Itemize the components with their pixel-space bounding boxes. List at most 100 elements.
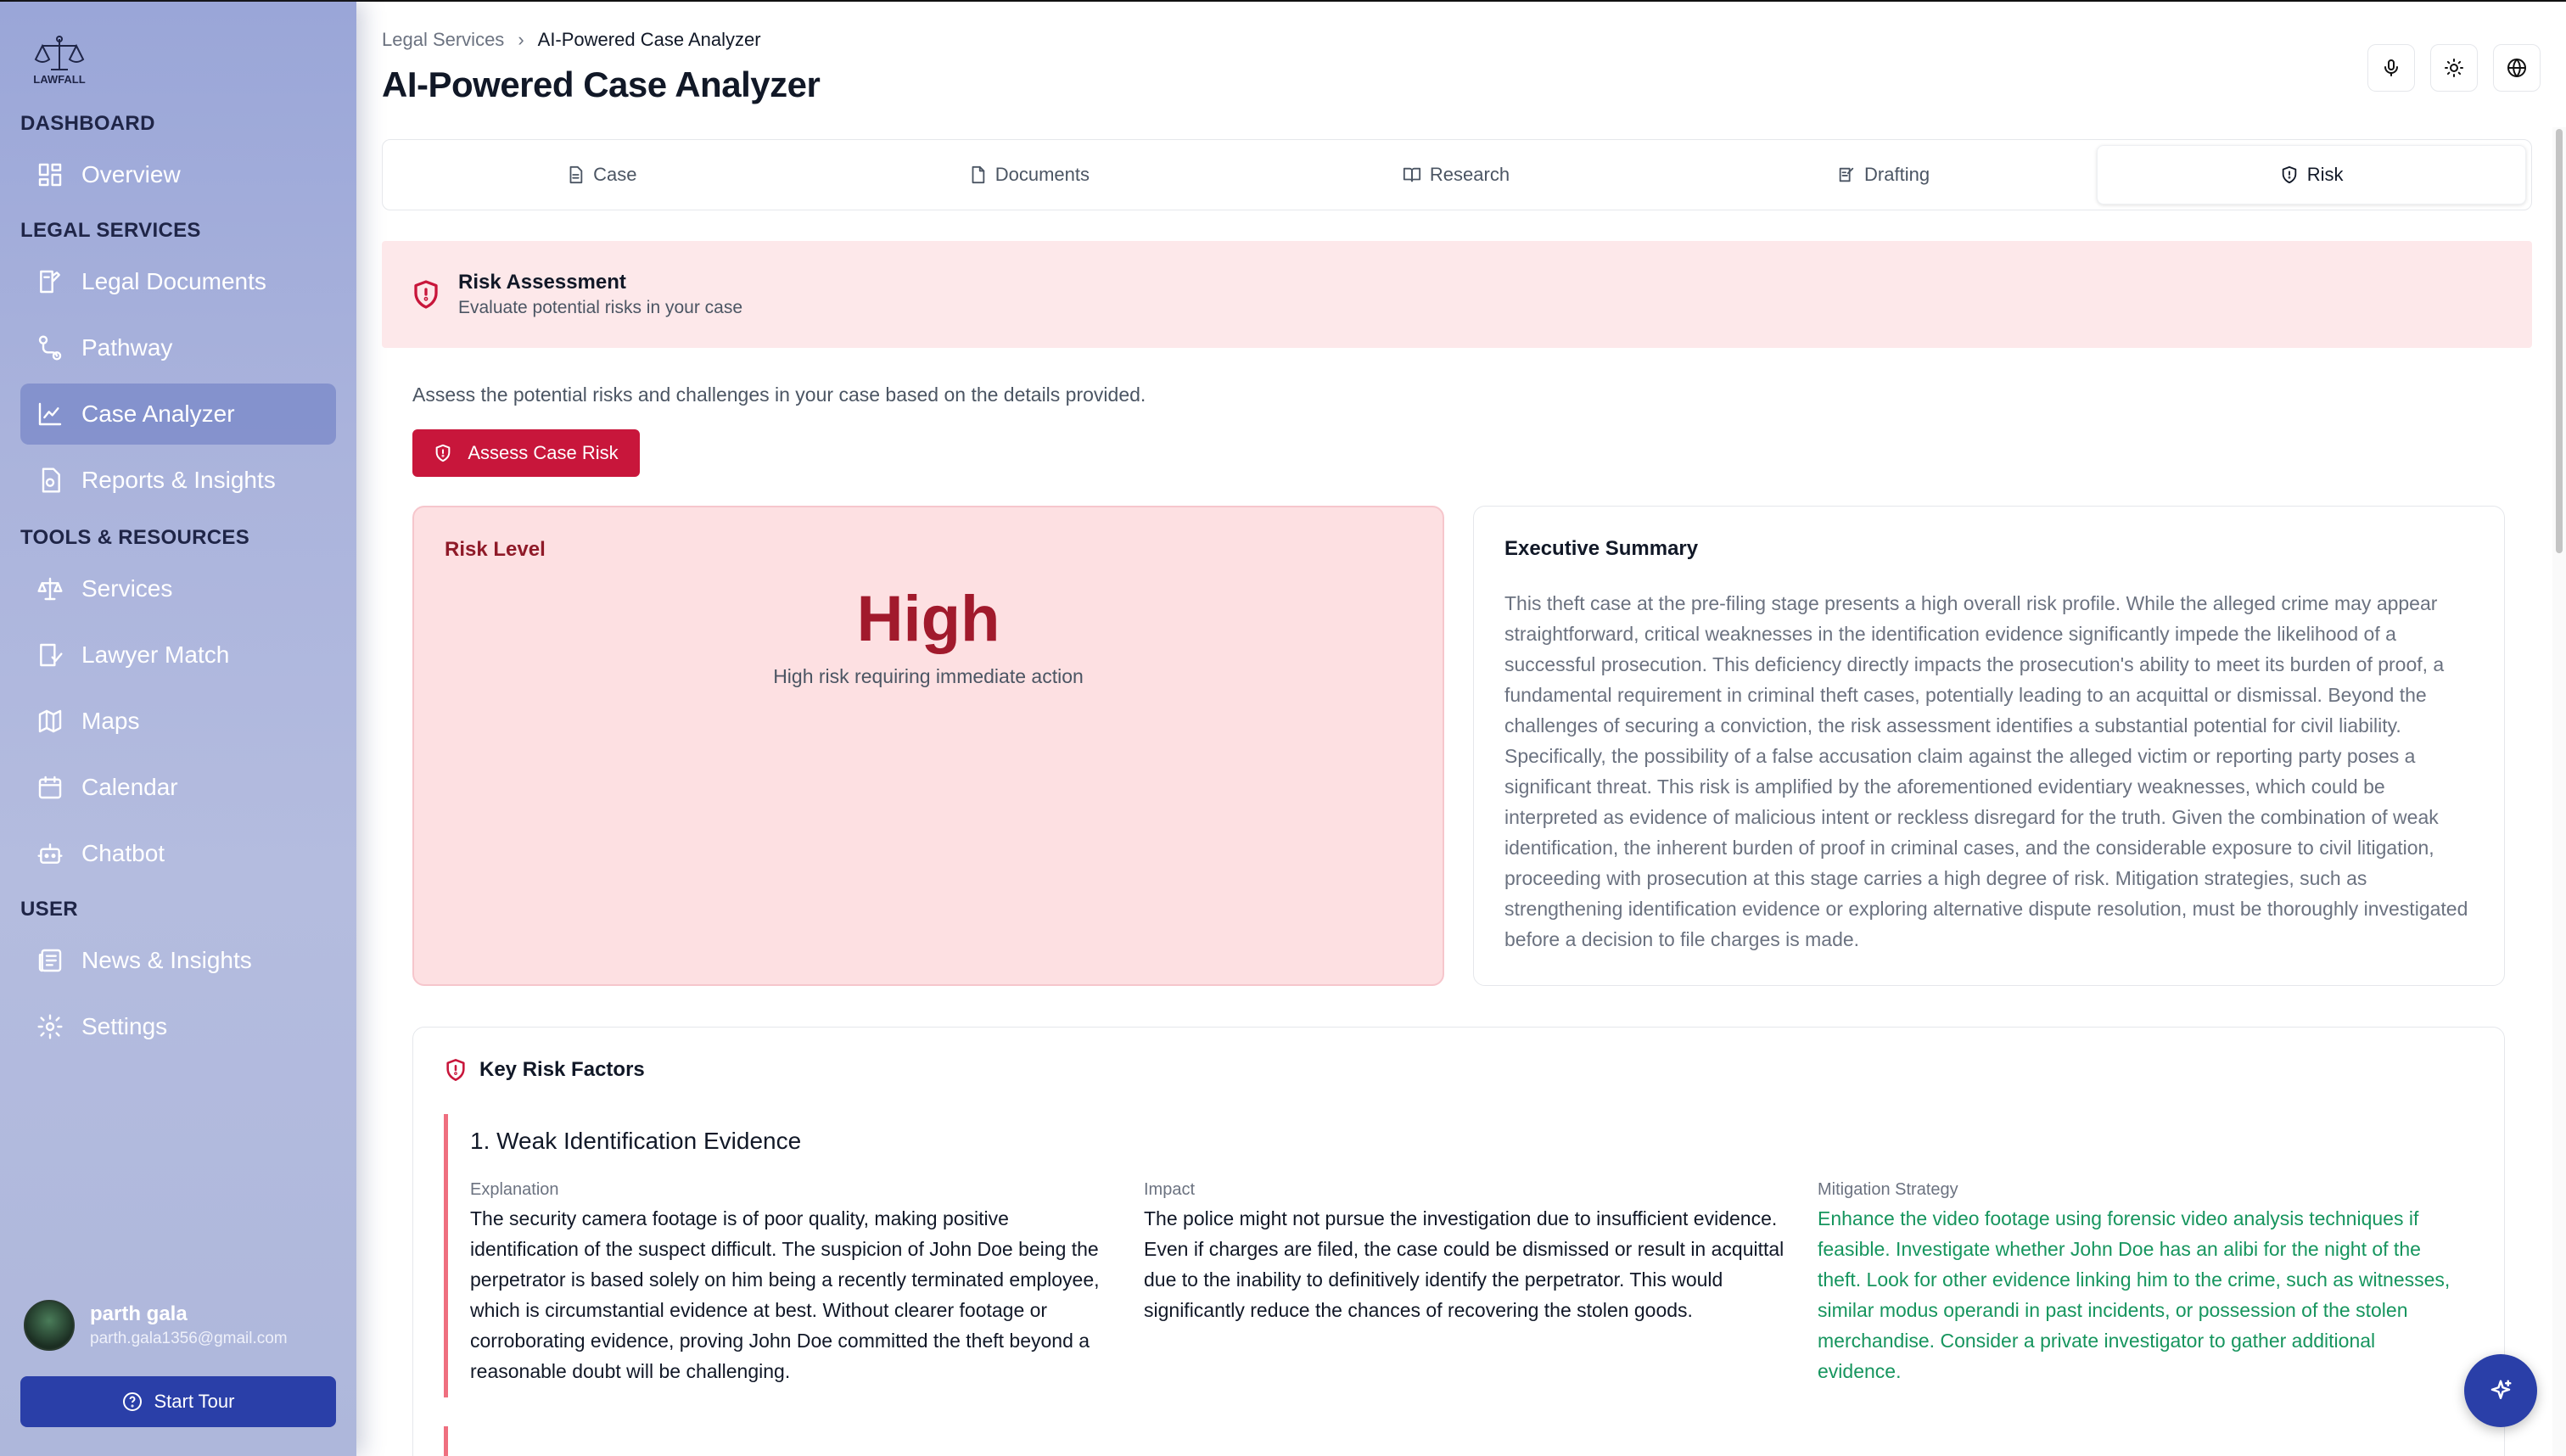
scrollbar-thumb[interactable] (2556, 129, 2563, 553)
shield-icon (2282, 165, 2297, 184)
chart-line-icon (36, 400, 64, 428)
app-logo[interactable]: LAWFALL (24, 32, 95, 87)
risk-assessment-banner: Risk Assessment Evaluate potential risks… (382, 241, 2532, 348)
help-circle-icon (122, 1392, 142, 1411)
sidebar-item-label: Overview (81, 161, 181, 188)
document-edit-icon (36, 267, 64, 296)
sidebar-item-label: Legal Documents (81, 268, 266, 294)
scales-logo-icon: LAWFALL (33, 36, 86, 86)
page-title: AI-Powered Case Analyzer (382, 64, 821, 104)
tab-risk[interactable]: Risk (2097, 145, 2526, 204)
bot-icon (36, 839, 64, 868)
risk-level-value: High (856, 583, 1000, 655)
key-risk-factors-header: Key Risk Factors (444, 1058, 645, 1082)
sidebar-item-label: Pathway (81, 334, 173, 361)
risk-factor-mitigation: Mitigation Strategy Enhance the video fo… (1818, 1180, 2462, 1386)
section-legal-services: LEGAL SERVICES (20, 219, 201, 242)
tab-drafting[interactable]: Drafting (1670, 145, 2098, 204)
file-icon (972, 165, 984, 184)
risk-banner-subtitle: Evaluate potential risks in your case (458, 298, 743, 317)
breadcrumb-current: AI-Powered Case Analyzer (537, 29, 761, 50)
sidebar-item-overview[interactable]: Overview (20, 144, 336, 205)
risk-factor-impact: Impact The police might not pursue the i… (1144, 1180, 1789, 1386)
risk-level-description: High risk requiring immediate action (773, 665, 1084, 687)
assess-description: Assess the potential risks and challenge… (412, 384, 1146, 406)
tab-case[interactable]: Case (388, 145, 815, 204)
sidebar-item-case-analyzer[interactable]: Case Analyzer (20, 384, 336, 445)
sidebar-item-label: Chatbot (81, 840, 165, 866)
sidebar-item-label: Settings (81, 1013, 168, 1039)
key-risk-factors-card: Key Risk Factors 1. Weak Identification … (412, 1027, 2505, 1456)
start-tour-button[interactable]: Start Tour (20, 1376, 336, 1427)
assess-case-risk-button[interactable]: Assess Case Risk (412, 429, 640, 477)
impact-text: The police might not pursue the investig… (1144, 1207, 1784, 1321)
tab-label: Research (1429, 164, 1510, 185)
theme-toggle-button[interactable] (2430, 44, 2478, 92)
sidebar-item-calendar[interactable]: Calendar (20, 757, 336, 818)
gear-icon (36, 1012, 64, 1041)
tab-research[interactable]: Research (1242, 145, 1670, 204)
svg-text:LAWFALL: LAWFALL (33, 73, 85, 86)
impact-label: Impact (1144, 1180, 1196, 1199)
section-tools-resources: TOOLS & RESOURCES (20, 526, 250, 549)
explanation-text: The security camera footage is of poor q… (470, 1207, 1100, 1382)
explanation-label: Explanation (470, 1180, 559, 1199)
sparkles-icon (2490, 1380, 2512, 1399)
sidebar-item-lawyer-match[interactable]: Lawyer Match (20, 624, 336, 686)
executive-summary-card: Executive Summary This theft case at the… (1473, 506, 2505, 986)
start-tour-label: Start Tour (154, 1391, 235, 1412)
calendar-icon (36, 773, 64, 802)
file-report-icon (36, 466, 64, 495)
tab-label: Documents (994, 164, 1090, 185)
sidebar: LAWFALL DASHBOARD Overview LEGAL SERVICE… (0, 2, 356, 1456)
sidebar-item-services[interactable]: Services (20, 558, 336, 619)
risk-factor-explanation: Explanation The security camera footage … (470, 1180, 1115, 1386)
scale-icon (36, 574, 64, 603)
breadcrumb-legal-services[interactable]: Legal Services (382, 29, 504, 51)
grid-icon (36, 160, 64, 189)
sidebar-item-maps[interactable]: Maps (20, 691, 336, 752)
executive-summary-label: Executive Summary (1504, 537, 1699, 560)
tab-label: Case (593, 164, 637, 185)
key-risk-factors-title: Key Risk Factors (479, 1058, 645, 1081)
section-dashboard: DASHBOARD (20, 112, 155, 135)
sidebar-item-chatbot[interactable]: Chatbot (20, 823, 336, 884)
sidebar-item-label: Lawyer Match (81, 641, 230, 668)
file-text-icon (569, 165, 583, 184)
sidebar-item-label: Services (81, 575, 173, 602)
book-open-icon (1403, 167, 1420, 182)
sidebar-item-news-insights[interactable]: News & Insights (20, 930, 336, 991)
header-actions (2367, 44, 2541, 92)
sidebar-item-label: Case Analyzer (81, 400, 235, 427)
sidebar-item-settings[interactable]: Settings (20, 996, 336, 1057)
sidebar-item-legal-documents[interactable]: Legal Documents (20, 251, 336, 312)
assess-button-label: Assess Case Risk (468, 442, 619, 463)
tab-label: Risk (2306, 164, 2344, 185)
globe-icon (2507, 59, 2526, 77)
ai-assistant-button[interactable] (2464, 1354, 2537, 1427)
map-icon (36, 707, 64, 736)
mitigation-label: Mitigation Strategy (1818, 1180, 1958, 1199)
risk-factor-item: 1. Weak Identification Evidence Explanat… (444, 1114, 2475, 1397)
microphone-button[interactable] (2367, 44, 2415, 92)
user-check-icon (36, 641, 64, 669)
sun-icon (2445, 59, 2463, 77)
sidebar-item-label: Maps (81, 708, 140, 734)
language-button[interactable] (2493, 44, 2541, 92)
route-icon (36, 333, 64, 362)
shield-alert-icon (446, 1059, 465, 1081)
mitigation-text: Enhance the video footage using forensic… (1818, 1207, 2451, 1382)
newspaper-icon (36, 946, 64, 975)
executive-summary-text: This theft case at the pre-filing stage … (1504, 592, 2468, 950)
user-profile[interactable]: parth gala parth.gala1356@gmail.com (24, 1300, 288, 1351)
chevron-right-icon: › (518, 29, 524, 50)
analyzer-tabs: Case Documents Research Drafting Risk (382, 139, 2532, 210)
risk-factor-title: 1. Weak Identification Evidence (470, 1128, 802, 1154)
shield-alert-icon (414, 280, 438, 309)
sidebar-item-label: Reports & Insights (81, 467, 276, 493)
sidebar-item-reports-insights[interactable]: Reports & Insights (20, 450, 336, 511)
sidebar-item-pathway[interactable]: Pathway (20, 317, 336, 378)
risk-factor-item-next (444, 1426, 448, 1456)
tab-documents[interactable]: Documents (815, 145, 1243, 204)
user-email: parth.gala1356@gmail.com (90, 1330, 288, 1347)
